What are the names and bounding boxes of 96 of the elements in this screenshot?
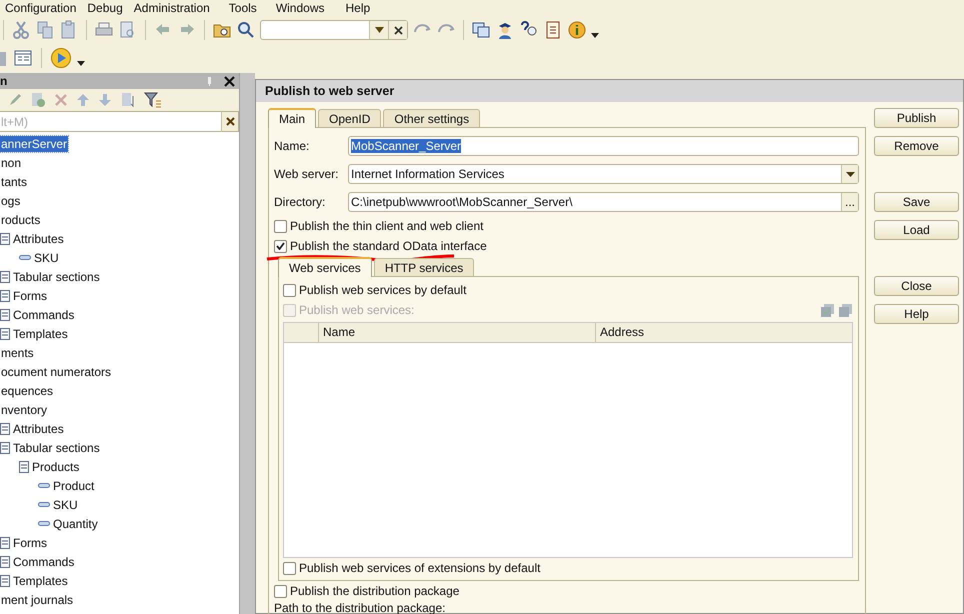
tree-item[interactable]: non [0,154,22,170]
dialog-button[interactable]: Publish [874,108,959,128]
tree-item[interactable]: annerServer [0,136,68,152]
search-combo-field[interactable] [260,20,408,40]
menu-item[interactable]: Tools [228,0,257,14]
tab[interactable]: HTTP services [374,258,474,276]
tree-item[interactable]: Tabular sections [12,440,101,456]
caret-icon[interactable] [591,32,599,38]
checkbox[interactable] [274,220,287,232]
field-label: Web server: [274,167,340,181]
tree-item[interactable]: equences [0,382,54,398]
stack-icon[interactable] [838,302,853,318]
pin-icon[interactable] [207,76,212,86]
field-icon [38,482,50,488]
caret-icon[interactable] [77,60,85,66]
tree-item[interactable]: Forms [12,534,48,550]
tree-item[interactable]: Attributes [12,230,65,246]
tree-item[interactable]: SKU [52,496,79,512]
menu-item[interactable]: Help [346,0,370,14]
scissors-icon[interactable] [11,20,31,40]
sort-list-icon[interactable] [120,92,136,108]
tree-item[interactable]: ments [0,344,35,360]
caret-icon [374,27,384,33]
tree-item[interactable]: Products [31,458,80,474]
checkbox-label: Publish web services by default [299,283,466,297]
form-icon[interactable] [13,48,33,68]
move-down-icon[interactable] [98,93,112,107]
delete-icon[interactable] [54,93,68,107]
move-up-icon[interactable] [76,93,90,107]
tree-item[interactable]: Tabular sections [12,268,101,284]
menu-item[interactable]: Debug [87,0,123,14]
tab[interactable]: Main [268,108,316,128]
run-icon[interactable] [50,47,72,69]
tab[interactable]: OpenID [318,109,382,127]
checkbox-label: Publish web services: [299,303,414,317]
tree-item[interactable]: Quantity [52,516,99,532]
checkbox-label: Publish web services of extensions by default [299,561,540,575]
search-field[interactable]: lt+M) [0,111,221,132]
pencil-icon[interactable] [8,93,22,107]
clear-icon [394,26,402,34]
tree-item[interactable]: ment journals [0,592,74,608]
directory-field[interactable]: C:\inetpub\wwwroot\MobScanner_Server\ ... [348,192,859,212]
filter-icon[interactable] [144,92,162,108]
clear-button[interactable] [221,111,239,132]
field-label: Directory: [274,195,326,209]
search-icon[interactable] [236,20,256,40]
copy-icon[interactable] [35,20,55,40]
tree-item[interactable]: roducts [0,212,42,228]
windows-icon[interactable] [471,20,491,40]
caret-icon [846,172,854,176]
clear-icon [226,117,234,126]
tree-item[interactable]: ogs [0,192,22,208]
field-icon [38,520,50,526]
tree-item[interactable]: ocument numerators [0,364,112,380]
checkbox-label: Publish the thin client and web client [290,219,484,233]
field-icon [38,502,50,508]
checkbox-label: Publish the standard OData interface [290,239,487,253]
tab[interactable]: Other settings [383,109,480,127]
list-icon [19,460,29,472]
browse-button[interactable]: ... [841,193,858,211]
dialog-title: Publish to web server [256,80,963,102]
tree-item[interactable]: tants [0,174,28,190]
column-header[interactable]: Name [319,323,596,342]
menu-item[interactable]: Windows [276,0,324,14]
tree-item[interactable]: SKU [33,250,60,266]
dialog-button[interactable]: Help [874,304,959,324]
tree-item[interactable]: Product [52,478,96,494]
tree-item[interactable]: Commands [12,554,76,570]
menu-item[interactable]: Configuration [5,0,76,14]
add-document-icon[interactable] [30,92,46,108]
dialog-button[interactable]: Save [874,192,959,212]
tree-item[interactable]: Templates [12,326,69,342]
stack-check-icon[interactable] [820,302,835,318]
menu-item[interactable]: Administration [134,0,210,14]
tree-item[interactable]: Commands [12,306,76,322]
panel-title: n [0,74,8,88]
tab[interactable]: Web services [278,257,372,277]
checkbox[interactable] [274,584,287,598]
name-field[interactable]: MobScanner_Server [348,136,859,156]
close-icon[interactable] [224,76,235,86]
checkbox[interactable] [274,240,287,252]
checkbox-label: Publish the distribution package [290,584,460,598]
checkbox[interactable] [283,562,296,574]
column-header[interactable]: Address [596,323,852,342]
info-icon[interactable] [567,20,587,40]
tree-item[interactable]: Forms [12,288,48,304]
dialog-button[interactable]: Remove [874,136,959,156]
field-label: Name: [274,139,310,153]
field-icon [19,254,31,260]
tree-item[interactable]: Templates [12,572,69,588]
checkbox[interactable] [283,284,296,296]
tree-item[interactable]: Attributes [12,420,65,436]
tree-item[interactable]: nventory [0,402,48,418]
web-server-dropdown[interactable]: Internet Information Services [348,164,859,184]
dialog-button[interactable]: Close [874,276,959,296]
dialog-button[interactable]: Load [874,220,959,240]
